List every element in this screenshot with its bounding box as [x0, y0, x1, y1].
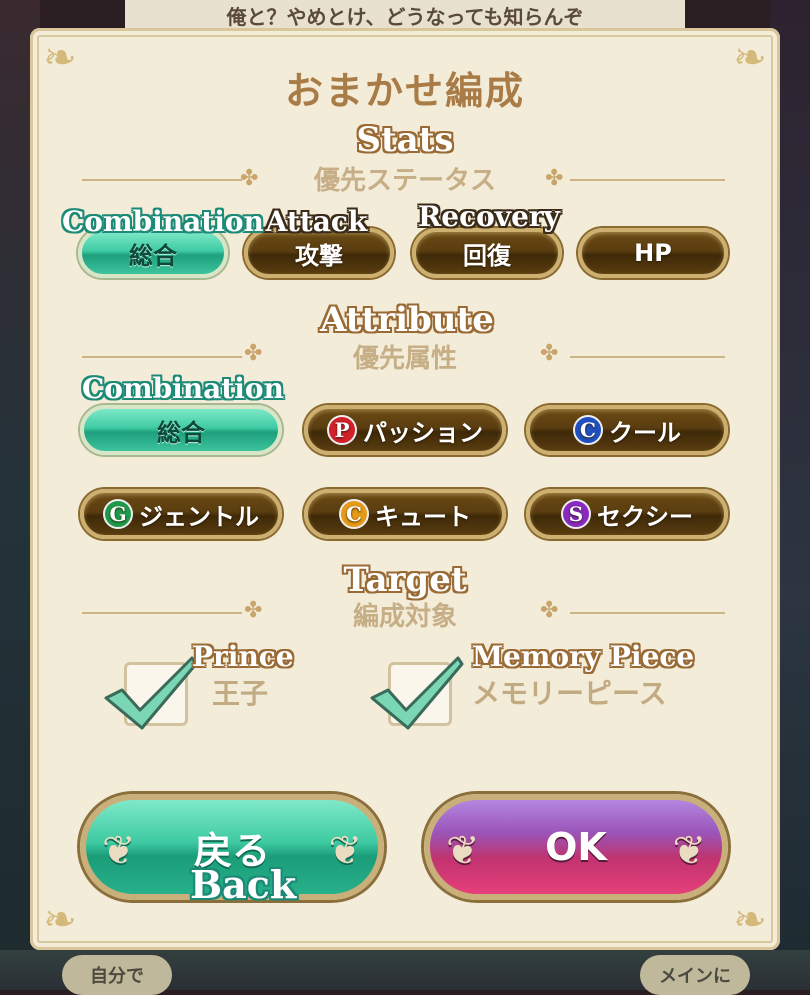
attribute-combination-button[interactable]: 総合 — [80, 405, 282, 455]
overlay-attack: Attack — [265, 205, 368, 238]
cute-orb-icon: C — [339, 499, 369, 529]
overlay-stats: Stats — [356, 120, 454, 160]
background-dialogue-text: 俺と？やめとけ、どうなっても知らんぞ — [125, 0, 685, 30]
background-self-button: 自分で — [62, 955, 172, 995]
prince-label: 王子 — [212, 677, 269, 710]
attribute-cool-label: クール — [609, 418, 681, 447]
ok-button[interactable]: ❦ OK ❦ — [424, 794, 728, 900]
attribute-sexy-label: セクシー — [597, 502, 693, 531]
dialog-title: おまかせ編成 — [284, 69, 525, 113]
divider-right — [570, 356, 725, 358]
attribute-passion-button[interactable]: P パッション — [304, 405, 506, 455]
overlay-back: Back — [190, 862, 297, 907]
overlay-recovery: Recovery — [418, 200, 560, 233]
attribute-cute-label: キュート — [375, 502, 471, 531]
corner-ornament-bottom-right: ❧ — [733, 897, 767, 943]
attribute-gentle-label: ジェントル — [139, 502, 259, 531]
attribute-gentle-button[interactable]: G ジェントル — [80, 489, 282, 539]
gentle-orb-icon: G — [103, 499, 133, 529]
memory-piece-label: メモリーピース — [472, 677, 667, 710]
corner-ornament-bottom-left: ❧ — [43, 897, 77, 943]
background-main-button: メインに — [640, 955, 750, 995]
ok-button-label: OK — [545, 825, 607, 869]
attribute-sexy-button[interactable]: S セクシー — [526, 489, 728, 539]
divider-right — [570, 612, 725, 614]
sexy-orb-icon: S — [561, 499, 591, 529]
stats-hp-button[interactable]: HP — [578, 228, 728, 278]
divider-right — [570, 179, 725, 181]
passion-orb-icon: P — [327, 415, 357, 445]
overlay-attribute: Attribute — [320, 300, 494, 340]
overlay-target: Target — [343, 560, 467, 600]
prince-check-icon — [104, 656, 198, 730]
swirl-ornament-icon: ❦ — [446, 828, 480, 874]
overlay-combination: Combination — [62, 205, 264, 238]
attribute-cute-button[interactable]: C キュート — [304, 489, 506, 539]
overlay-combination: Combination — [82, 372, 284, 405]
swirl-ornament-icon: ❦ — [328, 828, 362, 874]
flourish-icon: ✤ — [545, 166, 564, 191]
overlay-prince: Prince — [192, 640, 294, 673]
swirl-ornament-icon: ❦ — [102, 828, 136, 874]
attribute-passion-label: パッション — [363, 418, 483, 447]
stats-recovery-button[interactable]: 回復 — [412, 228, 562, 278]
attribute-cool-button[interactable]: C クール — [526, 405, 728, 455]
target-section-label: 編成対象 — [352, 602, 457, 632]
flourish-icon: ✤ — [540, 598, 559, 623]
overlay-memory-piece: Memory Piece — [472, 640, 695, 673]
cool-orb-icon: C — [573, 415, 603, 445]
swirl-ornament-icon: ❦ — [672, 828, 706, 874]
memory-piece-check-icon — [370, 656, 464, 730]
flourish-icon: ✤ — [540, 341, 559, 366]
